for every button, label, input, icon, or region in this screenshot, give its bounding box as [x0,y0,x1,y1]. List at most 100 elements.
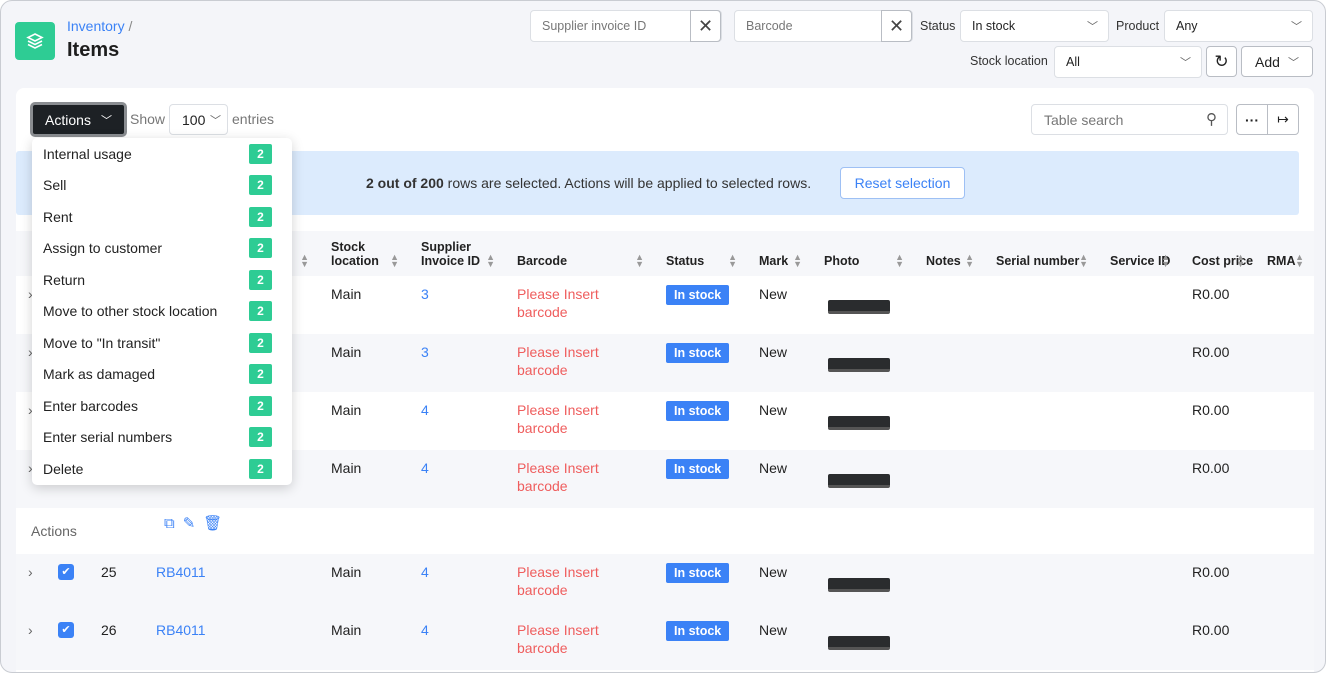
menu-item-enter-barcodes[interactable]: Enter barcodes 2 [32,390,292,422]
menu-item-mark-as-damaged[interactable]: Mark as damaged 2 [32,359,292,391]
open-external-icon[interactable]: ⧉ [164,515,175,532]
add-button[interactable]: Add ﹀ [1241,46,1313,77]
table-row[interactable]: › ✔ 26 RB4011 Main 4 Please Insert barco… [16,612,1314,670]
column-header-stock-location[interactable]: Stock location ▲ ▼ [319,231,409,269]
table-search-placeholder: Table search [1044,111,1124,128]
column-header-mark[interactable]: Mark ▲ ▼ [747,231,812,269]
sort-icon[interactable]: ▲ ▼ [1161,253,1170,269]
menu-item-move-to-in-transit[interactable]: Move to "In transit" 2 [32,327,292,359]
cell-mark: New [759,564,788,580]
row-details: Actions ⧉ ✎ 🗑︎ [16,508,1314,554]
column-header-serial-number[interactable]: Serial number ▲ ▼ [984,231,1098,269]
menu-item-count-badge: 2 [249,301,272,322]
sort-icon[interactable]: ▲ ▼ [965,253,974,269]
window: Inventory / Items Supplier invoice ID ✕ B… [0,0,1326,673]
sort-icon[interactable]: ▲ ▼ [1295,253,1304,269]
cell-supplier-invoice-link[interactable]: 4 [409,612,505,670]
cell-product-link[interactable]: RB4011 [144,554,319,612]
router-photo[interactable] [828,416,890,430]
cell-barcode: Please Insert barcode [517,564,599,598]
supplier-invoice-id-input[interactable]: Supplier invoice ID ✕ [530,10,722,42]
trash-icon[interactable]: 🗑︎ [203,514,222,532]
sort-icon[interactable]: ▲ ▼ [486,253,495,269]
sort-icon[interactable]: ▲ ▼ [635,253,644,269]
cell-mark: New [759,286,788,302]
cell-stock-location: Main [331,402,362,418]
menu-item-sell[interactable]: Sell 2 [32,170,292,202]
status-select[interactable]: In stock ﹀ [960,10,1109,42]
clear-supplier-invoice-button[interactable]: ✕ [690,10,721,42]
column-header-status[interactable]: Status ▲ ▼ [654,231,747,269]
cell-id: 25 [101,564,117,580]
breadcrumb-inventory[interactable]: Inventory [67,18,125,34]
barcode-input[interactable]: Barcode ✕ [734,10,913,42]
status-label: Status [920,19,956,33]
menu-item-return[interactable]: Return 2 [32,264,292,296]
menu-item-move-to-other-stock-location[interactable]: Move to other stock location 2 [32,296,292,328]
router-photo[interactable] [828,358,890,372]
menu-item-assign-to-customer[interactable]: Assign to customer 2 [32,233,292,265]
menu-item-label: Sell [43,177,67,194]
cell-product-link[interactable]: RB4011 [144,612,319,670]
table-row[interactable]: › ✔ 25 RB4011 Main 4 Please Insert barco… [16,554,1314,612]
status-badge: In stock [666,401,730,421]
column-header-service-id[interactable]: Service ID ▲ ▼ [1098,231,1180,269]
menu-item-delete[interactable]: Delete 2 [32,453,292,485]
cell-status: In stock [654,612,747,670]
router-photo[interactable] [828,474,890,488]
column-header-supplier-invoice-id[interactable]: Supplier Invoice ID ▲ ▼ [409,231,505,269]
status-badge: In stock [666,459,730,479]
cell-photo [812,276,914,334]
cell-supplier-invoice-link[interactable]: 4 [409,554,505,612]
menu-item-count-badge: 2 [249,238,272,259]
column-header-barcode[interactable]: Barcode ▲ ▼ [505,231,654,269]
cell-service-id [1098,276,1180,334]
row-checkbox[interactable]: ✔ [46,612,89,670]
entries-select[interactable]: 100 ﹀ [169,104,228,135]
router-photo[interactable] [828,300,890,314]
sort-icon[interactable]: ▲ ▼ [300,253,309,269]
expand-row-icon[interactable]: › [16,612,46,670]
menu-item-rent[interactable]: Rent 2 [32,201,292,233]
actions-label: Actions [45,111,91,128]
cell-serial-number [984,276,1098,334]
router-photo[interactable] [828,578,890,592]
clear-barcode-button[interactable]: ✕ [881,10,912,42]
cell-supplier-invoice-link[interactable]: 4 [409,450,505,508]
cell-mark: New [759,402,788,418]
product-select[interactable]: Any ﹀ [1164,10,1313,42]
router-photo[interactable] [828,636,890,650]
table-search-input[interactable]: Table search ⚲ [1031,104,1228,135]
actions-dropdown-button[interactable]: Actions ﹀ [30,102,127,137]
cell-stock-location: Main [331,460,362,476]
cell-rma [1255,392,1314,450]
row-checkbox[interactable]: ✔ [46,554,89,612]
expand-panel-button[interactable]: ↦ [1267,104,1299,135]
more-options-button[interactable]: ··· [1236,104,1268,135]
menu-item-internal-usage[interactable]: Internal usage 2 [32,138,292,170]
column-header-rma[interactable]: RMA ▲ ▼ [1255,231,1314,269]
cell-supplier-invoice-link[interactable]: 3 [409,276,505,334]
entries-value: 100 [182,111,206,128]
refresh-button[interactable]: ↻ [1206,46,1237,77]
sort-icon[interactable]: ▲ ▼ [1079,253,1088,269]
sort-icon[interactable]: ▲ ▼ [1236,253,1245,269]
column-header-cost-price[interactable]: Cost price ▲ ▼ [1180,231,1255,269]
reset-selection-button[interactable]: Reset selection [840,167,965,199]
sort-icon[interactable]: ▲ ▼ [728,253,737,269]
breadcrumb: Inventory / [67,18,132,34]
column-header-notes[interactable]: Notes ▲ ▼ [914,231,984,269]
sort-icon[interactable]: ▲ ▼ [390,253,399,269]
stock-location-select[interactable]: All ﹀ [1054,46,1202,78]
cell-status: In stock [654,450,747,508]
cell-supplier-invoice-link[interactable]: 3 [409,334,505,392]
sort-icon[interactable]: ▲ ▼ [793,253,802,269]
column-header-label: RMA [1267,254,1296,268]
expand-row-icon[interactable]: › [16,554,46,612]
edit-pencil-icon[interactable]: ✎ [183,514,196,532]
menu-item-enter-serial-numbers[interactable]: Enter serial numbers 2 [32,422,292,454]
column-header-photo[interactable]: Photo ▲ ▼ [812,231,914,269]
sort-icon[interactable]: ▲ ▼ [895,253,904,269]
ellipsis-icon: ··· [1245,111,1259,128]
cell-supplier-invoice-link[interactable]: 4 [409,392,505,450]
